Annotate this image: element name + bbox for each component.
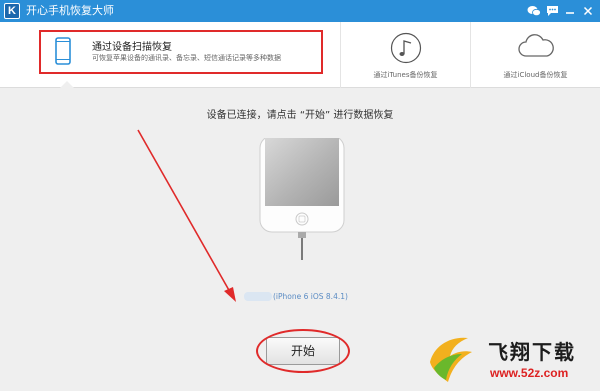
start-button[interactable]: 开始: [266, 337, 340, 365]
watermark-url: www.52z.com: [490, 366, 569, 380]
tab-itunes-backup[interactable]: 通过iTunes备份恢复: [340, 22, 470, 88]
mode-tabs: 通过设备扫描恢复 可恢复苹果设备的通讯录、备忘录、短信通话记录等多种数据 通过i…: [0, 22, 600, 88]
redacted-device-owner: [244, 292, 272, 301]
watermark-logo-icon: [430, 337, 472, 382]
wechat-icon[interactable]: [526, 3, 542, 19]
device-model: (iPhone 6 iOS 8.4.1): [273, 292, 348, 301]
app-logo-icon: K: [4, 3, 20, 19]
cloud-icon: [516, 32, 556, 66]
connected-phone-illustration: [258, 135, 346, 272]
watermark: 飞翔下载 www.52z.com: [424, 330, 600, 391]
minimize-icon[interactable]: [562, 3, 578, 19]
music-note-icon: [390, 32, 422, 68]
connection-prompt: 设备已连接，请点击 “开始” 进行数据恢复: [206, 110, 394, 121]
annotation-red-box: [39, 30, 323, 74]
title-bar: K 开心手机恢复大师: [0, 0, 600, 22]
device-name-label: (iPhone 6 iOS 8.4.1): [244, 292, 348, 301]
app-title: 开心手机恢复大师: [26, 4, 114, 17]
watermark-text: 飞翔下载: [488, 340, 576, 364]
chat-icon[interactable]: [544, 3, 560, 19]
window-controls: [526, 3, 596, 19]
tab-icloud-backup[interactable]: 通过iCloud备份恢复: [470, 22, 600, 88]
tab-itunes-label: 通过iTunes备份恢复: [373, 71, 438, 79]
selected-tab-pointer: [60, 81, 74, 88]
close-icon[interactable]: [580, 3, 596, 19]
tab-device-scan[interactable]: 通过设备扫描恢复 可恢复苹果设备的通讯录、备忘录、短信通话记录等多种数据: [0, 22, 340, 88]
tab-icloud-label: 通过iCloud备份恢复: [503, 71, 568, 79]
